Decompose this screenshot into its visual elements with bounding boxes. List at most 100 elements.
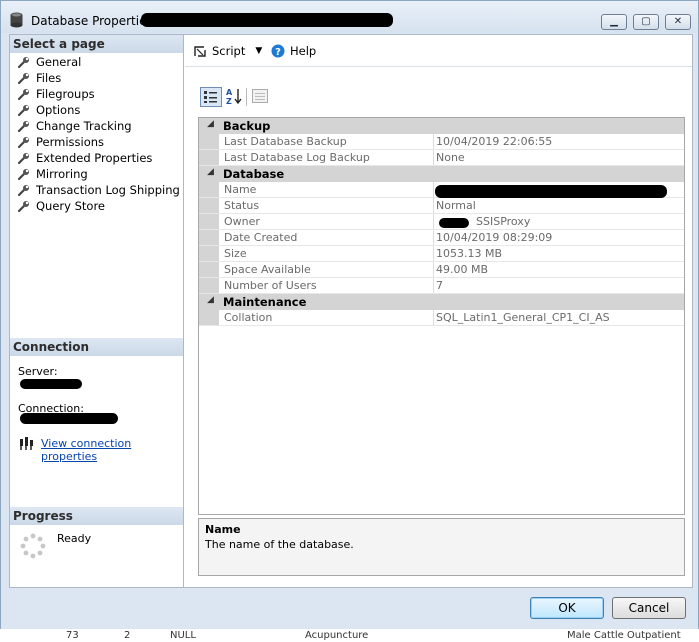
property-name: Number of Users: [224, 279, 317, 292]
connection-header: Connection: [10, 338, 183, 356]
column-separator[interactable]: [433, 134, 434, 149]
ok-button[interactable]: OK: [530, 597, 604, 619]
background-grid-strip: 73 2 NULL Acupuncture Male Cattle Outpat…: [0, 629, 699, 642]
property-row[interactable]: Size 1053.13 MB: [199, 246, 684, 262]
page-item-transaction-log-shipping[interactable]: Transaction Log Shipping: [17, 182, 180, 198]
page-item-permissions[interactable]: Permissions: [17, 134, 104, 150]
property-row[interactable]: Date Created 10/04/2019 08:29:09: [199, 230, 684, 246]
column-separator[interactable]: [433, 246, 434, 261]
property-value[interactable]: SSISProxy: [476, 215, 530, 228]
property-value[interactable]: 1053.13 MB: [436, 247, 502, 260]
category-label: Database: [223, 167, 285, 181]
property-value[interactable]: Normal: [436, 199, 476, 212]
property-value[interactable]: 7: [436, 279, 443, 292]
category-row[interactable]: ◢ Backup: [199, 118, 684, 134]
row-gutter: [199, 310, 219, 325]
column-separator[interactable]: [433, 182, 434, 197]
dialog-body: Select a page General Files Filegroups Opti…: [9, 34, 693, 588]
property-row[interactable]: Number of Users 7: [199, 278, 684, 294]
column-separator[interactable]: [433, 150, 434, 165]
column-separator[interactable]: [433, 310, 434, 325]
property-name: Size: [224, 247, 247, 260]
property-row[interactable]: Status Normal: [199, 198, 684, 214]
column-separator[interactable]: [433, 230, 434, 245]
property-row[interactable]: Last Database Backup 10/04/2019 22:06:55: [199, 134, 684, 150]
property-pages-button[interactable]: [252, 89, 268, 103]
property-name: Last Database Log Backup: [224, 151, 370, 164]
category-row[interactable]: ◢ Database: [199, 166, 684, 182]
page-item-change-tracking[interactable]: Change Tracking: [17, 118, 132, 134]
property-name: Owner: [224, 215, 260, 228]
category-label: Maintenance: [223, 295, 307, 309]
svg-text:A: A: [226, 88, 233, 97]
page-item-query-store[interactable]: Query Store: [17, 198, 105, 214]
page-item-mirroring[interactable]: Mirroring: [17, 166, 88, 182]
page-item-options[interactable]: Options: [17, 102, 80, 118]
title-bar[interactable]: Database Properties - d ▁ ▢ ✕: [1, 1, 698, 33]
property-pages-icon: [255, 93, 265, 100]
collapse-arrow-icon[interactable]: ◢: [207, 119, 214, 129]
property-row[interactable]: Last Database Log Backup None: [199, 150, 684, 166]
column-separator[interactable]: [433, 198, 434, 213]
property-grid[interactable]: ◢ Backup Last Database Backup 10/04/2019 22…: [198, 117, 685, 515]
maximize-button[interactable]: ▢: [633, 14, 659, 30]
page-item-general[interactable]: General: [17, 54, 81, 70]
page-item-label: Extended Properties: [36, 151, 153, 165]
page-item-filegroups[interactable]: Filegroups: [17, 86, 95, 102]
redacted-name-value: [435, 185, 667, 198]
row-gutter: [199, 230, 219, 245]
script-icon: [194, 45, 206, 57]
property-value[interactable]: 10/04/2019 22:06:55: [436, 135, 552, 148]
svg-text:?: ?: [275, 47, 281, 58]
script-label: Script: [212, 44, 246, 58]
page-item-label: Change Tracking: [36, 119, 132, 133]
property-value[interactable]: SQL_Latin1_General_CP1_CI_AS: [436, 311, 610, 324]
column-separator[interactable]: [433, 262, 434, 277]
redacted-owner-prefix: [439, 218, 469, 228]
category-row[interactable]: ◢ Maintenance: [199, 294, 684, 310]
database-icon: [10, 12, 23, 28]
categorized-view-button[interactable]: [200, 87, 222, 107]
chevron-down-icon[interactable]: ▼: [255, 46, 262, 56]
wrench-icon: [17, 184, 29, 196]
property-name: Date Created: [224, 231, 298, 244]
page-item-files[interactable]: Files: [17, 70, 61, 86]
property-name: Status: [224, 199, 260, 212]
page-item-label: Options: [36, 103, 81, 117]
property-value[interactable]: 49.00 MB: [436, 263, 488, 276]
wrench-icon: [17, 136, 29, 148]
script-button[interactable]: Script ▼: [193, 44, 262, 58]
property-value[interactable]: None: [436, 151, 465, 164]
property-row[interactable]: Space Available 49.00 MB: [199, 262, 684, 278]
background-cell: NULL: [170, 630, 196, 641]
redacted-server: [20, 379, 82, 389]
connection-properties-icon: [20, 437, 33, 450]
categorized-icon: [204, 91, 217, 103]
collapse-arrow-icon[interactable]: ◢: [207, 295, 214, 305]
wrench-icon: [17, 152, 29, 164]
cancel-button[interactable]: Cancel: [612, 597, 686, 619]
page-item-extended-properties[interactable]: Extended Properties: [17, 150, 152, 166]
column-separator[interactable]: [433, 214, 434, 229]
close-button[interactable]: ✕: [665, 14, 691, 30]
minimize-button[interactable]: ▁: [601, 14, 627, 30]
row-gutter: [199, 214, 219, 229]
redacted-title: [141, 13, 393, 27]
background-cell: 73: [66, 630, 79, 641]
page-item-label: Mirroring: [36, 167, 88, 181]
property-name: Space Available: [224, 263, 311, 276]
row-gutter: [199, 150, 219, 165]
property-value[interactable]: 10/04/2019 08:29:09: [436, 231, 552, 244]
category-label: Backup: [223, 119, 271, 133]
collapse-arrow-icon[interactable]: ◢: [207, 167, 214, 177]
alphabetical-view-button[interactable]: A Z: [225, 87, 243, 107]
column-separator[interactable]: [433, 278, 434, 293]
view-connection-properties-link[interactable]: View connection properties: [41, 437, 183, 463]
help-button[interactable]: ? Help: [271, 44, 316, 58]
progress-spinner-icon: [20, 533, 46, 559]
redacted-connection: [20, 413, 118, 424]
background-cell: Acupuncture: [305, 630, 369, 641]
database-properties-window: Database Properties - d ▁ ▢ ✕ Select a p…: [0, 0, 699, 630]
wrench-icon: [17, 72, 29, 84]
property-row[interactable]: Collation SQL_Latin1_General_CP1_CI_AS: [199, 310, 684, 326]
